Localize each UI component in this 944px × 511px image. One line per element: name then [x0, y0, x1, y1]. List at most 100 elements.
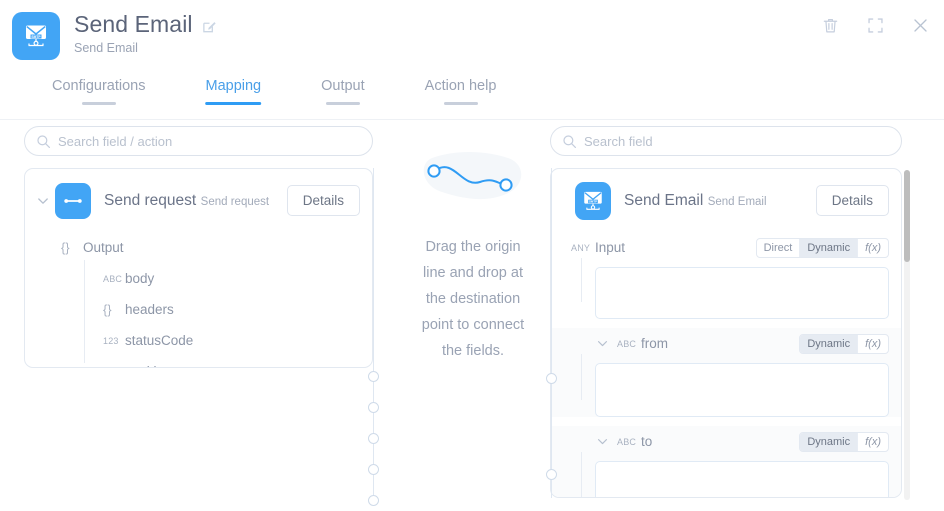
target-node-card: SMTP Send Email Send Email Details — [550, 168, 902, 498]
target-details-button[interactable]: Details — [816, 185, 889, 216]
tab-output[interactable]: Output — [321, 70, 365, 105]
target-field-to-header[interactable]: ABC to Dynamic f(x) — [551, 426, 889, 457]
target-panel-scrollbar-track[interactable] — [904, 170, 910, 500]
connector-point-body[interactable] — [368, 402, 379, 413]
type-any-icon: ANY — [571, 243, 593, 253]
target-field-from: ABC from Dynamic f(x) — [551, 328, 901, 417]
tree-row-label: statusCode — [125, 333, 193, 349]
source-node-subtitle: Send request — [201, 196, 269, 208]
mode-function[interactable]: f(x) — [857, 433, 888, 451]
mapping-body: Send request Send request Details {} Out… — [0, 120, 944, 511]
from-value-field[interactable] — [595, 363, 889, 417]
target-field-to: ABC to Dynamic f(x) — [551, 426, 901, 498]
dialog-header: SMTP Send Email Send Email — [0, 0, 944, 70]
edit-pencil-icon[interactable] — [202, 19, 217, 34]
connector-point-output[interactable] — [368, 371, 379, 382]
tree-row-label: body — [125, 271, 154, 287]
target-field-input: ANY Input Direct Dynamic f(x) — [551, 232, 901, 319]
mode-dynamic[interactable]: Dynamic — [800, 433, 857, 451]
tab-label: Mapping — [206, 78, 262, 105]
smtp-email-icon: SMTP — [575, 182, 611, 220]
tree-row-output[interactable]: {} Output — [25, 232, 372, 263]
svg-text:SMTP: SMTP — [31, 35, 41, 39]
tree-row-cookies[interactable]: cookies — [25, 356, 372, 368]
source-panel: Send request Send request Details {} Out… — [24, 126, 373, 368]
tab-bar: Configurations Mapping Output Action hel… — [0, 70, 944, 120]
source-node-title: Send request — [104, 192, 196, 209]
mode-function[interactable]: f(x) — [857, 239, 888, 257]
input-value-field[interactable] — [595, 267, 889, 319]
tab-action-help[interactable]: Action help — [425, 70, 497, 105]
type-string-icon: ABC — [617, 339, 639, 349]
target-field-label: Input — [595, 240, 625, 255]
connector-point-from[interactable] — [546, 469, 557, 480]
mode-dynamic[interactable]: Dynamic — [799, 239, 857, 257]
type-object-icon: {} — [103, 305, 125, 315]
page-subtitle: Send Email — [74, 40, 217, 56]
close-x-icon[interactable] — [911, 16, 930, 35]
mapping-hint: Drag the origin line and drop at the des… — [398, 130, 548, 364]
source-search-input[interactable] — [58, 134, 372, 149]
tree-row-label: Output — [83, 240, 124, 256]
type-string-icon: ABC — [617, 437, 639, 447]
target-field-input-header[interactable]: ANY Input Direct Dynamic f(x) — [551, 232, 889, 263]
target-panel: SMTP Send Email Send Email Details — [550, 126, 902, 498]
trash-icon[interactable] — [821, 16, 840, 35]
connector-point-statuscode[interactable] — [368, 464, 379, 475]
connector-point-input[interactable] — [546, 373, 557, 384]
target-search[interactable] — [550, 126, 902, 156]
tab-underline — [82, 102, 116, 105]
target-node-title: Send Email — [624, 192, 703, 209]
svg-text:SMTP: SMTP — [589, 199, 597, 203]
tab-underline — [444, 102, 478, 105]
to-mode-toggle: Dynamic f(x) — [799, 432, 889, 452]
field-guide-line — [581, 452, 582, 498]
send-request-icon — [55, 183, 91, 219]
target-field-from-header[interactable]: ABC from Dynamic f(x) — [551, 328, 889, 359]
search-icon — [36, 134, 51, 149]
tree-row-statuscode[interactable]: 123 statusCode — [25, 325, 372, 356]
header-actions — [821, 16, 930, 35]
tab-configurations[interactable]: Configurations — [52, 70, 146, 105]
tab-mapping[interactable]: Mapping — [206, 70, 262, 105]
mode-dynamic[interactable]: Dynamic — [800, 335, 857, 353]
tree-row-label: cookies — [125, 364, 171, 369]
type-number-icon: 123 — [103, 336, 125, 346]
source-node-header: Send request Send request Details — [25, 169, 372, 232]
target-field-label: to — [641, 434, 652, 449]
type-string-icon: ABC — [103, 274, 125, 284]
tab-underline — [326, 102, 360, 105]
source-connection-rail — [373, 168, 374, 498]
source-search[interactable] — [24, 126, 373, 156]
target-node-text: Send Email Send Email — [624, 191, 816, 210]
smtp-email-icon: SMTP — [12, 12, 60, 60]
source-node-text: Send request Send request — [104, 191, 287, 210]
chevron-down-icon[interactable] — [35, 193, 51, 209]
target-panel-scrollbar-thumb[interactable] — [904, 170, 910, 262]
page-title: Send Email — [74, 11, 193, 38]
search-icon — [562, 134, 577, 149]
fullscreen-expand-icon[interactable] — [866, 16, 885, 35]
from-mode-toggle: Dynamic f(x) — [799, 334, 889, 354]
tree-row-label: headers — [125, 302, 174, 318]
connector-point-headers[interactable] — [368, 433, 379, 444]
mode-direct[interactable]: Direct — [757, 239, 800, 257]
tab-underline-active — [206, 102, 262, 105]
source-details-button[interactable]: Details — [287, 185, 360, 216]
target-search-input[interactable] — [584, 134, 901, 149]
chevron-down-icon[interactable] — [595, 336, 610, 351]
target-node-header: SMTP Send Email Send Email Details — [551, 169, 901, 232]
target-node-subtitle: Send Email — [708, 196, 767, 208]
connector-point-cookies[interactable] — [368, 495, 379, 506]
tree-row-body[interactable]: ABC body — [25, 263, 372, 294]
tree-row-headers[interactable]: {} headers — [25, 294, 372, 325]
target-field-label: from — [641, 336, 668, 351]
send-email-mapping-dialog: SMTP Send Email Send Email — [0, 0, 944, 511]
title-block: Send Email Send Email — [74, 10, 217, 56]
to-value-field[interactable] — [595, 461, 889, 498]
mode-function[interactable]: f(x) — [857, 335, 888, 353]
connection-curve-illustration — [414, 144, 532, 212]
field-guide-line — [581, 354, 582, 400]
chevron-down-icon[interactable] — [595, 434, 610, 449]
tab-label: Action help — [425, 78, 497, 105]
